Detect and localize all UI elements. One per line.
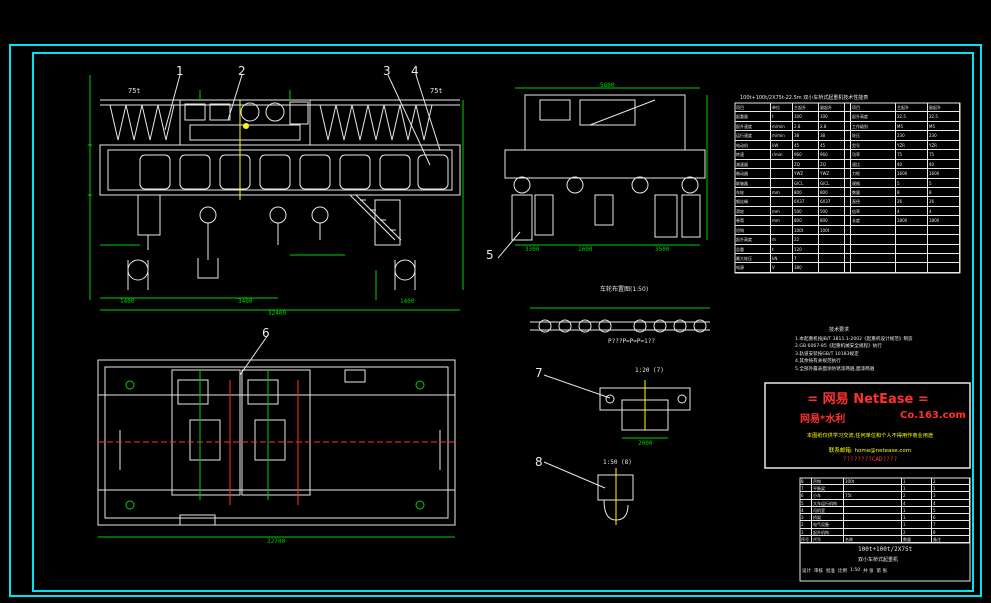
inner-frame — [32, 52, 974, 592]
callout-leaders — [164, 74, 611, 489]
wheel-layout — [530, 307, 710, 333]
side-view — [504, 94, 706, 241]
outer-frame — [9, 44, 982, 597]
cad-drawing — [9, 44, 982, 597]
front-marker — [243, 123, 249, 129]
parts-table-grid — [799, 477, 971, 582]
side-view-dims — [515, 87, 708, 246]
detail-8 — [597, 468, 634, 525]
plan-view — [97, 359, 456, 526]
girder-openings — [139, 154, 449, 190]
spec-table-grid — [734, 102, 961, 274]
watermark-box — [764, 382, 971, 469]
front-dims — [88, 75, 464, 311]
detail-7 — [599, 380, 691, 439]
front-hooks — [127, 194, 416, 290]
